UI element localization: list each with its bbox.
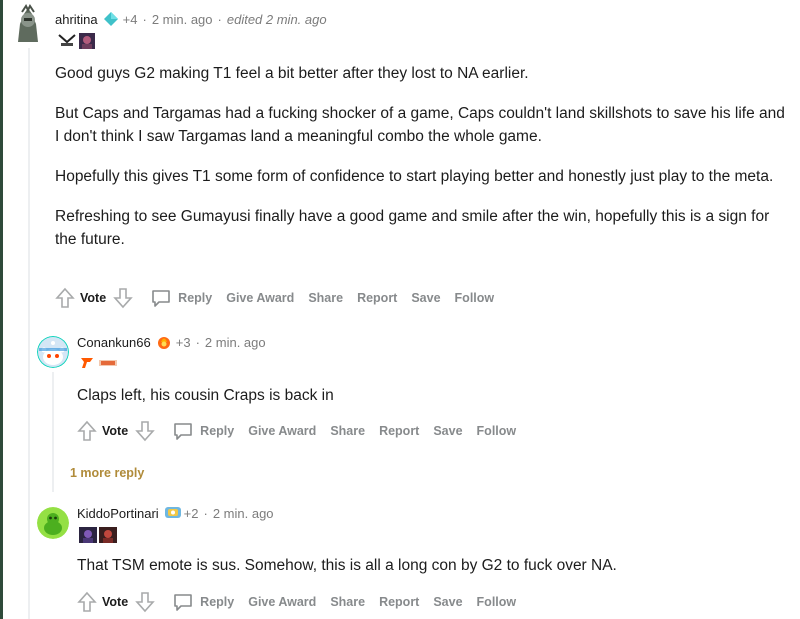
comment-paragraph: But Caps and Targamas had a fucking shoc… [55,105,785,145]
save-button[interactable]: Save [411,291,440,305]
karma-count: +2 [183,505,199,521]
share-button[interactable]: Share [330,595,365,609]
downvote-arrow-icon[interactable] [134,419,156,443]
timestamp[interactable]: 2 min. ago [205,335,266,350]
downvote-arrow-icon[interactable] [112,286,134,310]
speech-bubble-icon [172,421,194,441]
speech-bubble-icon [172,592,194,612]
separator-dot: · [142,11,147,27]
comment-body: That TSM emote is sus. Somehow, this is … [77,554,777,594]
flame-karma-icon [156,334,172,350]
champion-portrait-icon [79,527,97,548]
user-flair [79,356,119,375]
comment-meta: KiddoPortinari +2 · 2 min. ago [77,505,274,521]
comment-meta: Conankun66 +3 · 2 min. ago [77,334,266,350]
give-award-button[interactable]: Give Award [248,424,316,438]
lcs-logo-icon [57,33,77,54]
author-name[interactable]: ahritina [55,12,98,27]
author-name[interactable]: KiddoPortinari [77,506,159,521]
save-button[interactable]: Save [433,424,462,438]
karma-count: +4 [122,11,138,27]
follow-button[interactable]: Follow [477,595,517,609]
reply-button[interactable]: Reply [150,288,212,308]
thread-line[interactable] [52,372,54,492]
user-flair [79,527,117,548]
comment-paragraph: Hopefully this gives T1 some form of con… [55,168,774,185]
reply-label: Reply [178,291,213,305]
comment-paragraph: Refreshing to see Gumayusi finally have … [55,208,770,248]
downvote-arrow-icon[interactable] [134,590,156,614]
avatar[interactable] [37,507,69,539]
comment-actions: Vote Reply Give Award Share Report Save … [76,419,530,443]
avatar[interactable] [37,336,69,368]
comment-body: Good guys G2 making T1 feel a bit better… [55,62,790,268]
more-replies-link[interactable]: 1 more reply [70,466,144,480]
avatar[interactable] [12,4,44,42]
save-button[interactable]: Save [433,595,462,609]
karma-count: +3 [175,334,191,350]
edited-label: edited 2 min. ago [226,11,327,27]
fnatic-logo-icon [79,356,95,375]
upvote-arrow-icon[interactable] [54,286,76,310]
vote-label: Vote [102,424,129,438]
champion-portrait-icon [79,33,95,54]
comment-paragraph: Good guys G2 making T1 feel a bit better… [55,65,529,82]
reply-label: Reply [200,595,235,609]
diamond-karma-icon [103,11,119,27]
vote-label: Vote [102,595,129,609]
separator-dot: · [195,334,200,350]
comment-body: Claps left, his cousin Craps is back in [77,384,777,424]
user-flair [57,33,95,54]
reply-button[interactable]: Reply [172,421,234,441]
share-button[interactable]: Share [308,291,343,305]
report-button[interactable]: Report [379,595,419,609]
speech-bubble-icon [150,288,172,308]
trophy-karma-icon [164,505,181,521]
separator-dot: · [217,11,222,27]
follow-button[interactable]: Follow [455,291,495,305]
give-award-button[interactable]: Give Award [226,291,294,305]
report-button[interactable]: Report [357,291,397,305]
timestamp[interactable]: 2 min. ago [152,12,213,27]
reply-button[interactable]: Reply [172,592,234,612]
comment-actions: Vote Reply Give Award Share Report Save … [76,590,530,614]
reply-label: Reply [200,424,235,438]
comment-actions: Vote Reply Give Award Share Report Save … [54,286,508,310]
vote-label: Vote [80,291,107,305]
author-name[interactable]: Conankun66 [77,335,151,350]
thread-line[interactable] [28,48,30,619]
report-button[interactable]: Report [379,424,419,438]
share-button[interactable]: Share [330,424,365,438]
comment-paragraph: That TSM emote is sus. Somehow, this is … [77,557,617,574]
team-logo-icon [97,356,119,375]
upvote-arrow-icon[interactable] [76,590,98,614]
timestamp[interactable]: 2 min. ago [213,506,274,521]
comment-meta: ahritina +4 · 2 min. ago · edited 2 min.… [55,11,327,27]
upvote-arrow-icon[interactable] [76,419,98,443]
champion-portrait-icon [99,527,117,548]
give-award-button[interactable]: Give Award [248,595,316,609]
follow-button[interactable]: Follow [477,424,517,438]
comment-paragraph: Claps left, his cousin Craps is back in [77,387,334,404]
separator-dot: · [203,505,208,521]
left-accent-bar [0,0,3,619]
